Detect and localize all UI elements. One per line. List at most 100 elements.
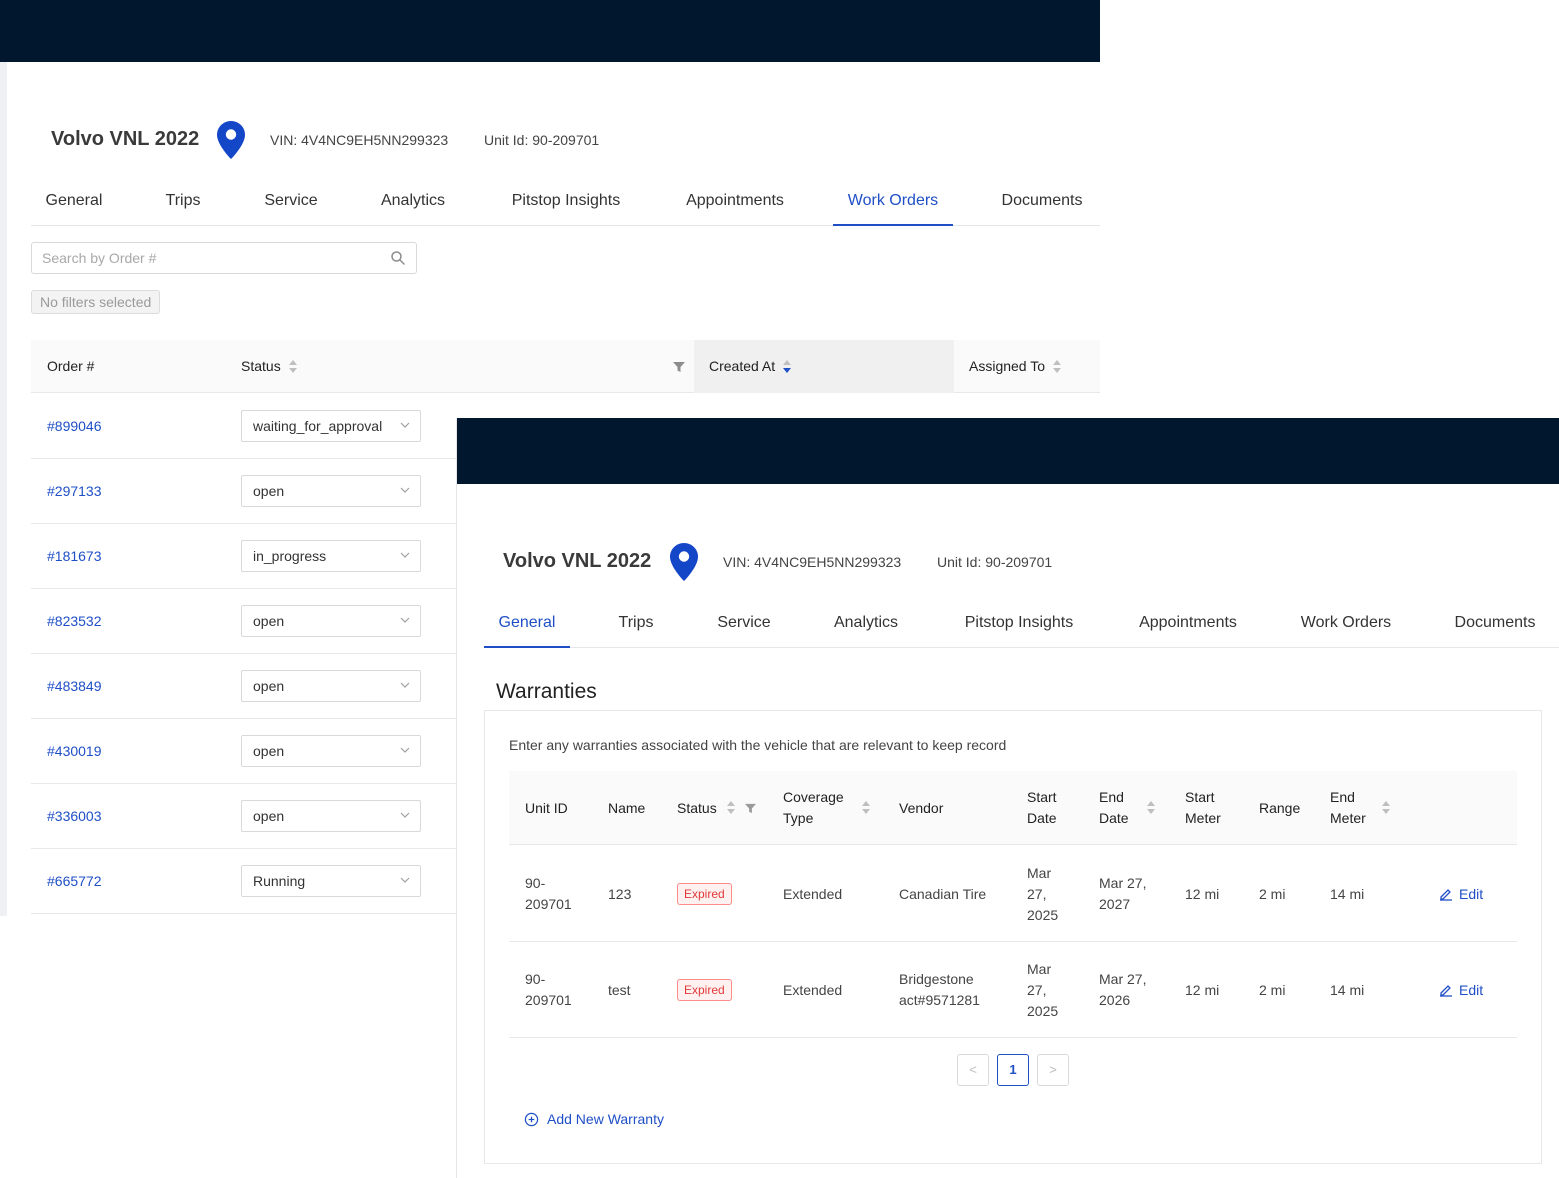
tab-work-orders[interactable]: Work Orders [833,180,953,226]
cell-start-date: Mar 27, 2025 [1027,960,1059,1019]
chevron-down-icon [400,422,410,428]
table-row: #297133 open [31,459,457,524]
sort-desc-icon[interactable] [783,360,792,374]
tab-analytics[interactable]: Analytics [365,180,461,226]
edit-button[interactable]: Edit [1439,846,1483,942]
search-icon[interactable] [390,250,406,266]
edit-button[interactable]: Edit [1439,942,1483,1038]
cell-vendor: Bridgestone act#9571281 [899,971,980,1008]
vehicle-vin: VIN: 4V4NC9EH5NN299323 [270,132,449,148]
cell-name: 123 [608,885,632,902]
cell-status: Expired [677,846,732,942]
col-status[interactable]: Status [677,771,756,845]
tab-pitstop-insights[interactable]: Pitstop Insights [948,602,1090,648]
status-select[interactable]: open [241,800,421,832]
status-select[interactable]: open [241,670,421,702]
col-start-meter: Start Meter [1185,789,1221,826]
status-select[interactable]: open [241,735,421,767]
table-row: #181673 in_progress [31,524,457,589]
work-orders-table-header: Order # Status Created At Assigned To [31,340,1100,393]
filter-icon[interactable] [673,361,685,373]
order-search-input[interactable] [42,248,372,268]
top-navbar [457,418,1559,484]
cell-unit-id: 90- 209701 [525,875,572,912]
pagination-next[interactable]: > [1037,1054,1069,1086]
tab-general[interactable]: General [31,180,117,226]
chevron-down-icon [400,487,410,493]
tab-appointments[interactable]: Appointments [671,180,799,226]
col-created-at[interactable]: Created At [709,340,792,393]
tab-trips[interactable]: Trips [604,602,668,648]
location-pin-icon[interactable] [670,543,698,581]
top-navbar [0,0,1100,62]
order-link[interactable]: #181673 [47,524,102,589]
vehicle-tabs: General Trips Service Analytics Pitstop … [484,602,1559,648]
col-assigned-to[interactable]: Assigned To [969,340,1062,393]
status-select[interactable]: open [241,475,421,507]
add-new-warranty-button[interactable]: Add New Warranty [524,1111,664,1127]
col-coverage-type[interactable]: Coverage Type [783,771,870,845]
chevron-down-icon [400,682,410,688]
order-link[interactable]: #430019 [47,719,102,784]
tab-documents[interactable]: Documents [1440,602,1550,648]
cell-end-date: Mar 27, 2027 [1099,875,1147,912]
status-select[interactable]: Running [241,865,421,897]
pagination-page[interactable]: 1 [997,1054,1029,1086]
tab-pitstop-insights[interactable]: Pitstop Insights [495,180,637,226]
sort-icon[interactable] [861,801,870,815]
tab-general[interactable]: General [484,602,570,648]
order-link[interactable]: #336003 [47,784,102,849]
status-select[interactable]: in_progress [241,540,421,572]
sort-icon[interactable] [726,801,735,815]
warranties-description: Enter any warranties associated with the… [509,737,1007,753]
order-link[interactable]: #483849 [47,654,102,719]
left-gutter [0,62,7,916]
chevron-down-icon [400,617,410,623]
tab-analytics[interactable]: Analytics [818,602,914,648]
col-status[interactable]: Status [241,340,297,393]
chevron-down-icon [400,877,410,883]
status-badge: Expired [677,979,732,1001]
sort-icon[interactable] [288,360,297,374]
pencil-icon [1440,985,1452,997]
cell-start-meter: 12 mi [1185,885,1220,902]
sort-icon[interactable] [1381,801,1390,815]
warranties-heading: Warranties [496,680,597,703]
table-row: #823532 open [31,589,457,654]
order-link[interactable]: #823532 [47,589,102,654]
cell-start-date: Mar 27, 2025 [1027,864,1059,923]
filter-icon[interactable] [744,803,756,814]
location-pin-icon[interactable] [217,121,245,159]
tab-appointments[interactable]: Appointments [1124,602,1252,648]
cell-start-meter: 12 mi [1185,981,1220,998]
table-row: #899046 waiting_for_approval [31,394,457,459]
table-row: #336003 open [31,784,457,849]
order-link[interactable]: #665772 [47,849,102,914]
status-select[interactable]: waiting_for_approval [241,410,421,442]
col-unit-id: Unit ID [525,799,568,816]
pagination-prev[interactable]: < [957,1054,989,1086]
col-vendor: Vendor [899,799,944,816]
tab-documents[interactable]: Documents [987,180,1097,226]
order-search-box [31,242,417,274]
cell-unit-id: 90- 209701 [525,971,572,1008]
col-start-date: Start Date [1027,789,1057,826]
sort-icon[interactable] [1053,360,1062,374]
tab-work-orders[interactable]: Work Orders [1286,602,1406,648]
tab-service[interactable]: Service [702,602,786,648]
col-end-meter[interactable]: End Meter [1330,771,1390,845]
vehicle-title: Volvo VNL 2022 [51,128,200,150]
plus-circle-icon [524,1112,539,1126]
cell-status: Expired [677,942,732,1038]
tab-trips[interactable]: Trips [151,180,215,226]
status-badge: Expired [677,883,732,905]
cell-coverage: Extended [783,981,843,998]
col-end-date[interactable]: End Date [1099,771,1155,845]
tab-service[interactable]: Service [249,180,333,226]
chevron-down-icon [400,552,410,558]
sort-icon[interactable] [1146,801,1155,815]
order-link[interactable]: #297133 [47,459,102,524]
order-link[interactable]: #899046 [47,394,102,459]
filters-status-chip[interactable]: No filters selected [31,290,161,314]
status-select[interactable]: open [241,605,421,637]
